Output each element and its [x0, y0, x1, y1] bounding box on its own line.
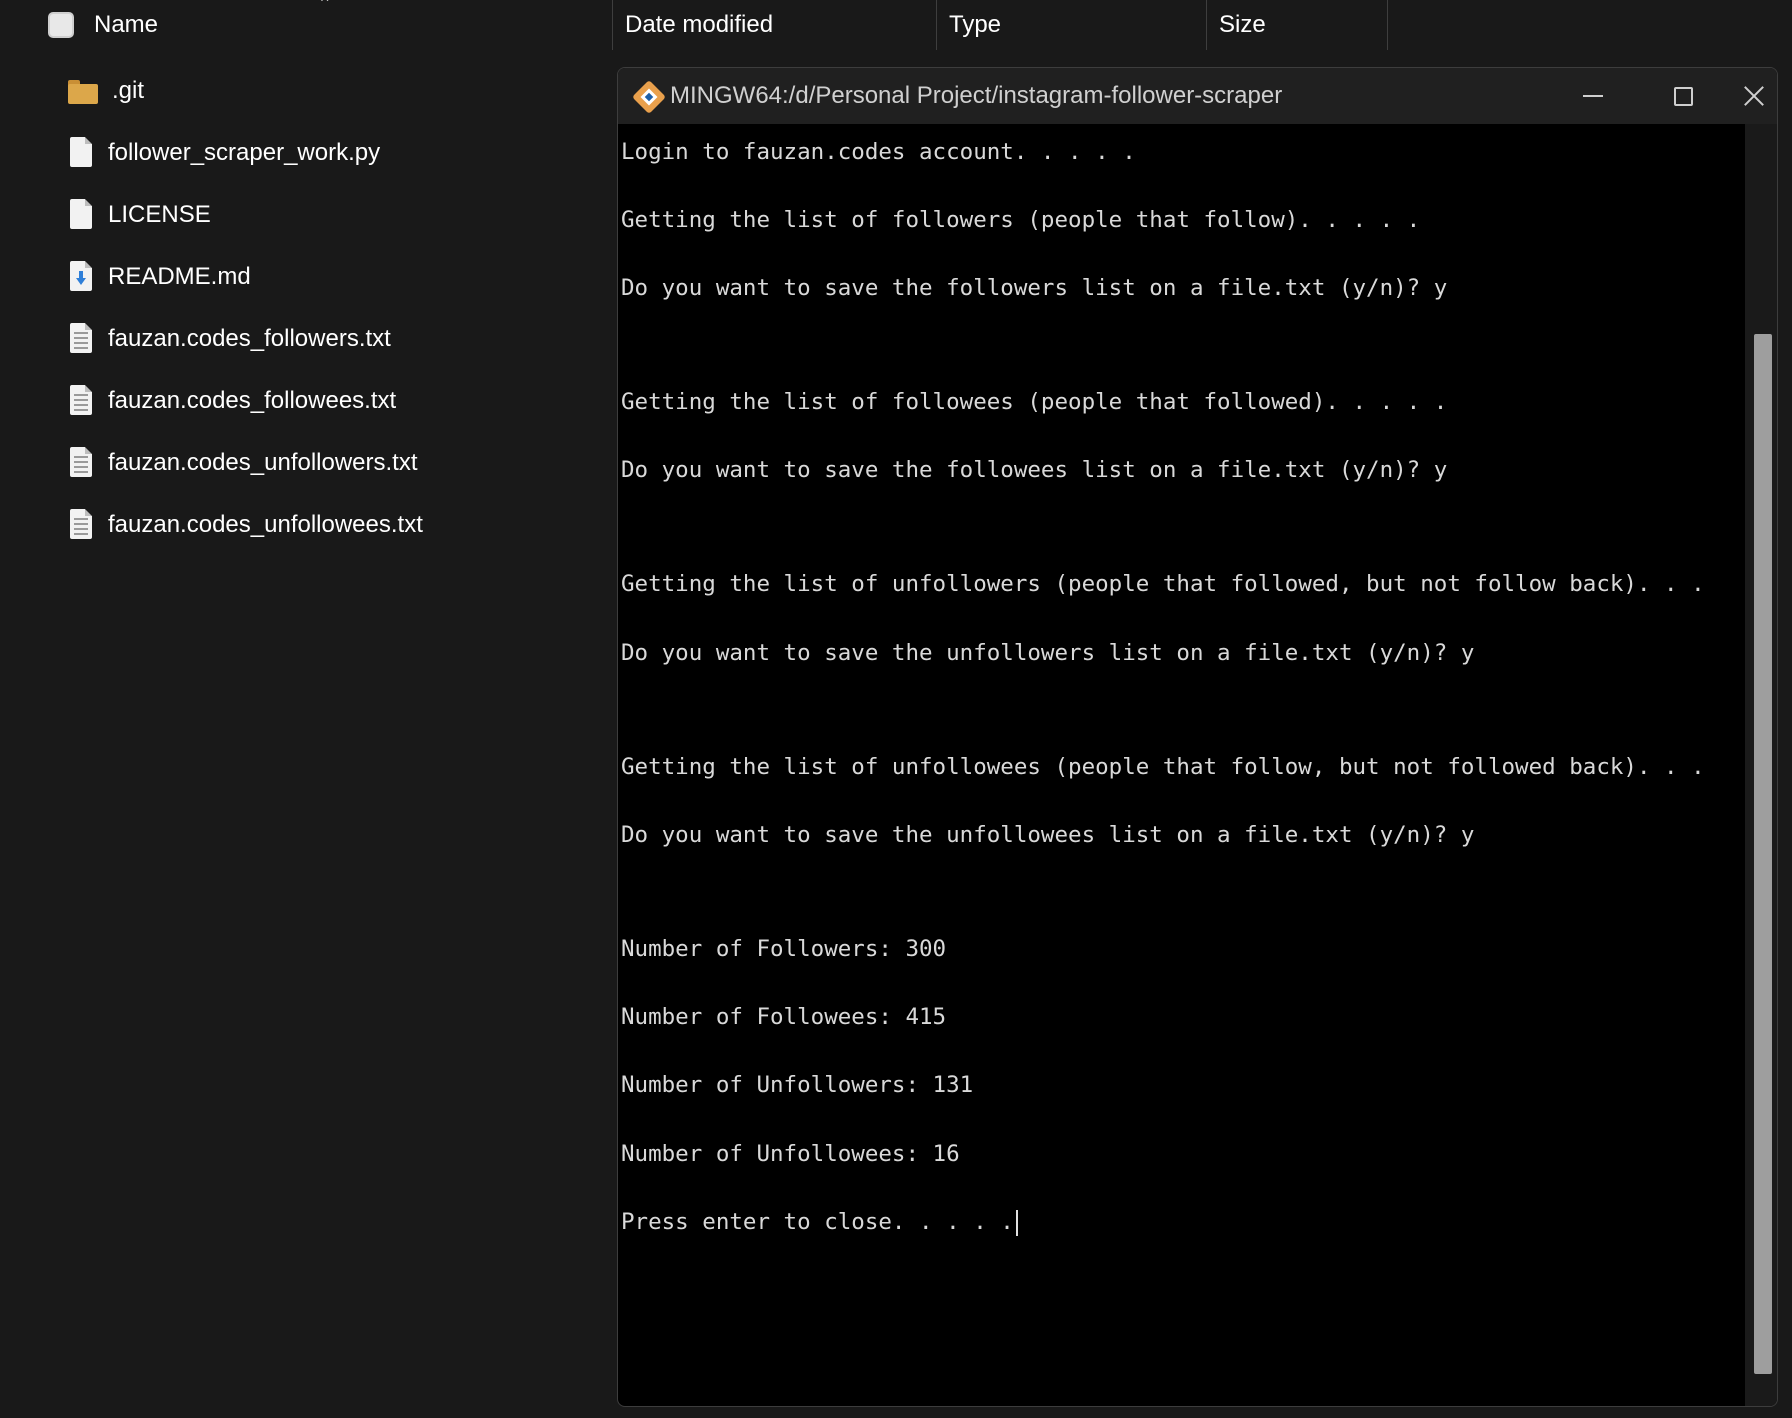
file-row-followers[interactable]: fauzan.codes_followers.txt — [0, 308, 620, 370]
vertical-scrollbar[interactable] — [1745, 124, 1777, 1406]
prompt-text: Press enter to close. . . . . — [621, 1209, 1014, 1235]
file-row-unfollowees[interactable]: fauzan.codes_unfollowees.txt — [0, 494, 620, 556]
select-all-checkbox[interactable] — [48, 12, 74, 38]
console-line: Do you want to save the followers list o… — [621, 275, 1448, 301]
console-line: Number of Unfollowers: 131 — [621, 1072, 974, 1098]
column-header-type[interactable]: Type — [936, 0, 1206, 50]
window-title: MINGW64:/d/Personal Project/instagram-fo… — [670, 82, 1283, 109]
file-name: README.md — [108, 263, 251, 290]
console-line: Login to fauzan.codes account. . . . . — [621, 139, 1136, 165]
console-line: Getting the list of followers (people th… — [621, 207, 1421, 233]
console-line: Number of Followers: 300 — [621, 936, 947, 962]
file-name: fauzan.codes_unfollowees.txt — [108, 511, 423, 538]
file-row-followees[interactable]: fauzan.codes_followees.txt — [0, 370, 620, 432]
file-list: .git follower_scraper_work.py LICENSE RE… — [0, 60, 620, 556]
file-icon — [68, 137, 94, 169]
close-icon — [1743, 85, 1765, 107]
column-header-bar: ^ Name Date modified Type Size — [0, 0, 1792, 50]
console-line: Getting the list of followees (people th… — [621, 389, 1448, 415]
text-file-icon — [68, 447, 94, 479]
text-file-icon — [68, 509, 94, 541]
minimize-button[interactable] — [1548, 68, 1638, 124]
console-line: Number of Unfollowees: 16 — [621, 1141, 960, 1167]
console-line: Do you want to save the unfollowees list… — [621, 822, 1475, 848]
column-header-name[interactable]: Name — [82, 0, 612, 50]
file-row-readme[interactable]: README.md — [0, 246, 620, 308]
file-icon — [68, 199, 94, 231]
file-name: follower_scraper_work.py — [108, 139, 381, 166]
console-line: Getting the list of unfollowers (people … — [621, 571, 1705, 597]
file-row-follower-scraper[interactable]: follower_scraper_work.py — [0, 122, 620, 184]
column-header-date-modified[interactable]: Date modified — [612, 0, 936, 50]
markdown-file-icon — [68, 261, 94, 293]
console-line: Number of Followees: 415 — [621, 1004, 947, 1030]
text-file-icon — [68, 385, 94, 417]
file-name: fauzan.codes_followers.txt — [108, 325, 391, 352]
file-row-git[interactable]: .git — [0, 60, 620, 122]
maximize-icon — [1673, 86, 1693, 106]
minimize-icon — [1583, 95, 1603, 97]
file-name: .git — [112, 77, 145, 104]
console-line: Getting the list of unfollowees (people … — [621, 754, 1705, 780]
scrollbar-thumb[interactable] — [1754, 334, 1772, 1374]
file-row-unfollowers[interactable]: fauzan.codes_unfollowers.txt — [0, 432, 620, 494]
console-line: Do you want to save the followees list o… — [621, 457, 1448, 483]
file-name: fauzan.codes_followees.txt — [108, 387, 397, 414]
file-row-license[interactable]: LICENSE — [0, 184, 620, 246]
git-bash-icon — [632, 80, 666, 114]
console-prompt-line: Press enter to close. . . . . — [621, 1207, 1018, 1237]
close-button[interactable] — [1728, 68, 1777, 124]
folder-icon — [68, 80, 98, 104]
text-cursor — [1015, 1209, 1018, 1236]
terminal-window[interactable]: MINGW64:/d/Personal Project/instagram-fo… — [617, 67, 1778, 1407]
column-header-size[interactable]: Size — [1206, 0, 1388, 50]
console-line: Do you want to save the unfollowers list… — [621, 640, 1475, 666]
terminal-console[interactable]: Login to fauzan.codes account. . . . . G… — [621, 124, 1746, 1406]
terminal-titlebar[interactable]: MINGW64:/d/Personal Project/instagram-fo… — [618, 68, 1777, 124]
file-name: LICENSE — [108, 201, 211, 228]
file-name: fauzan.codes_unfollowers.txt — [108, 449, 418, 476]
maximize-button[interactable] — [1638, 68, 1728, 124]
text-file-icon — [68, 323, 94, 355]
